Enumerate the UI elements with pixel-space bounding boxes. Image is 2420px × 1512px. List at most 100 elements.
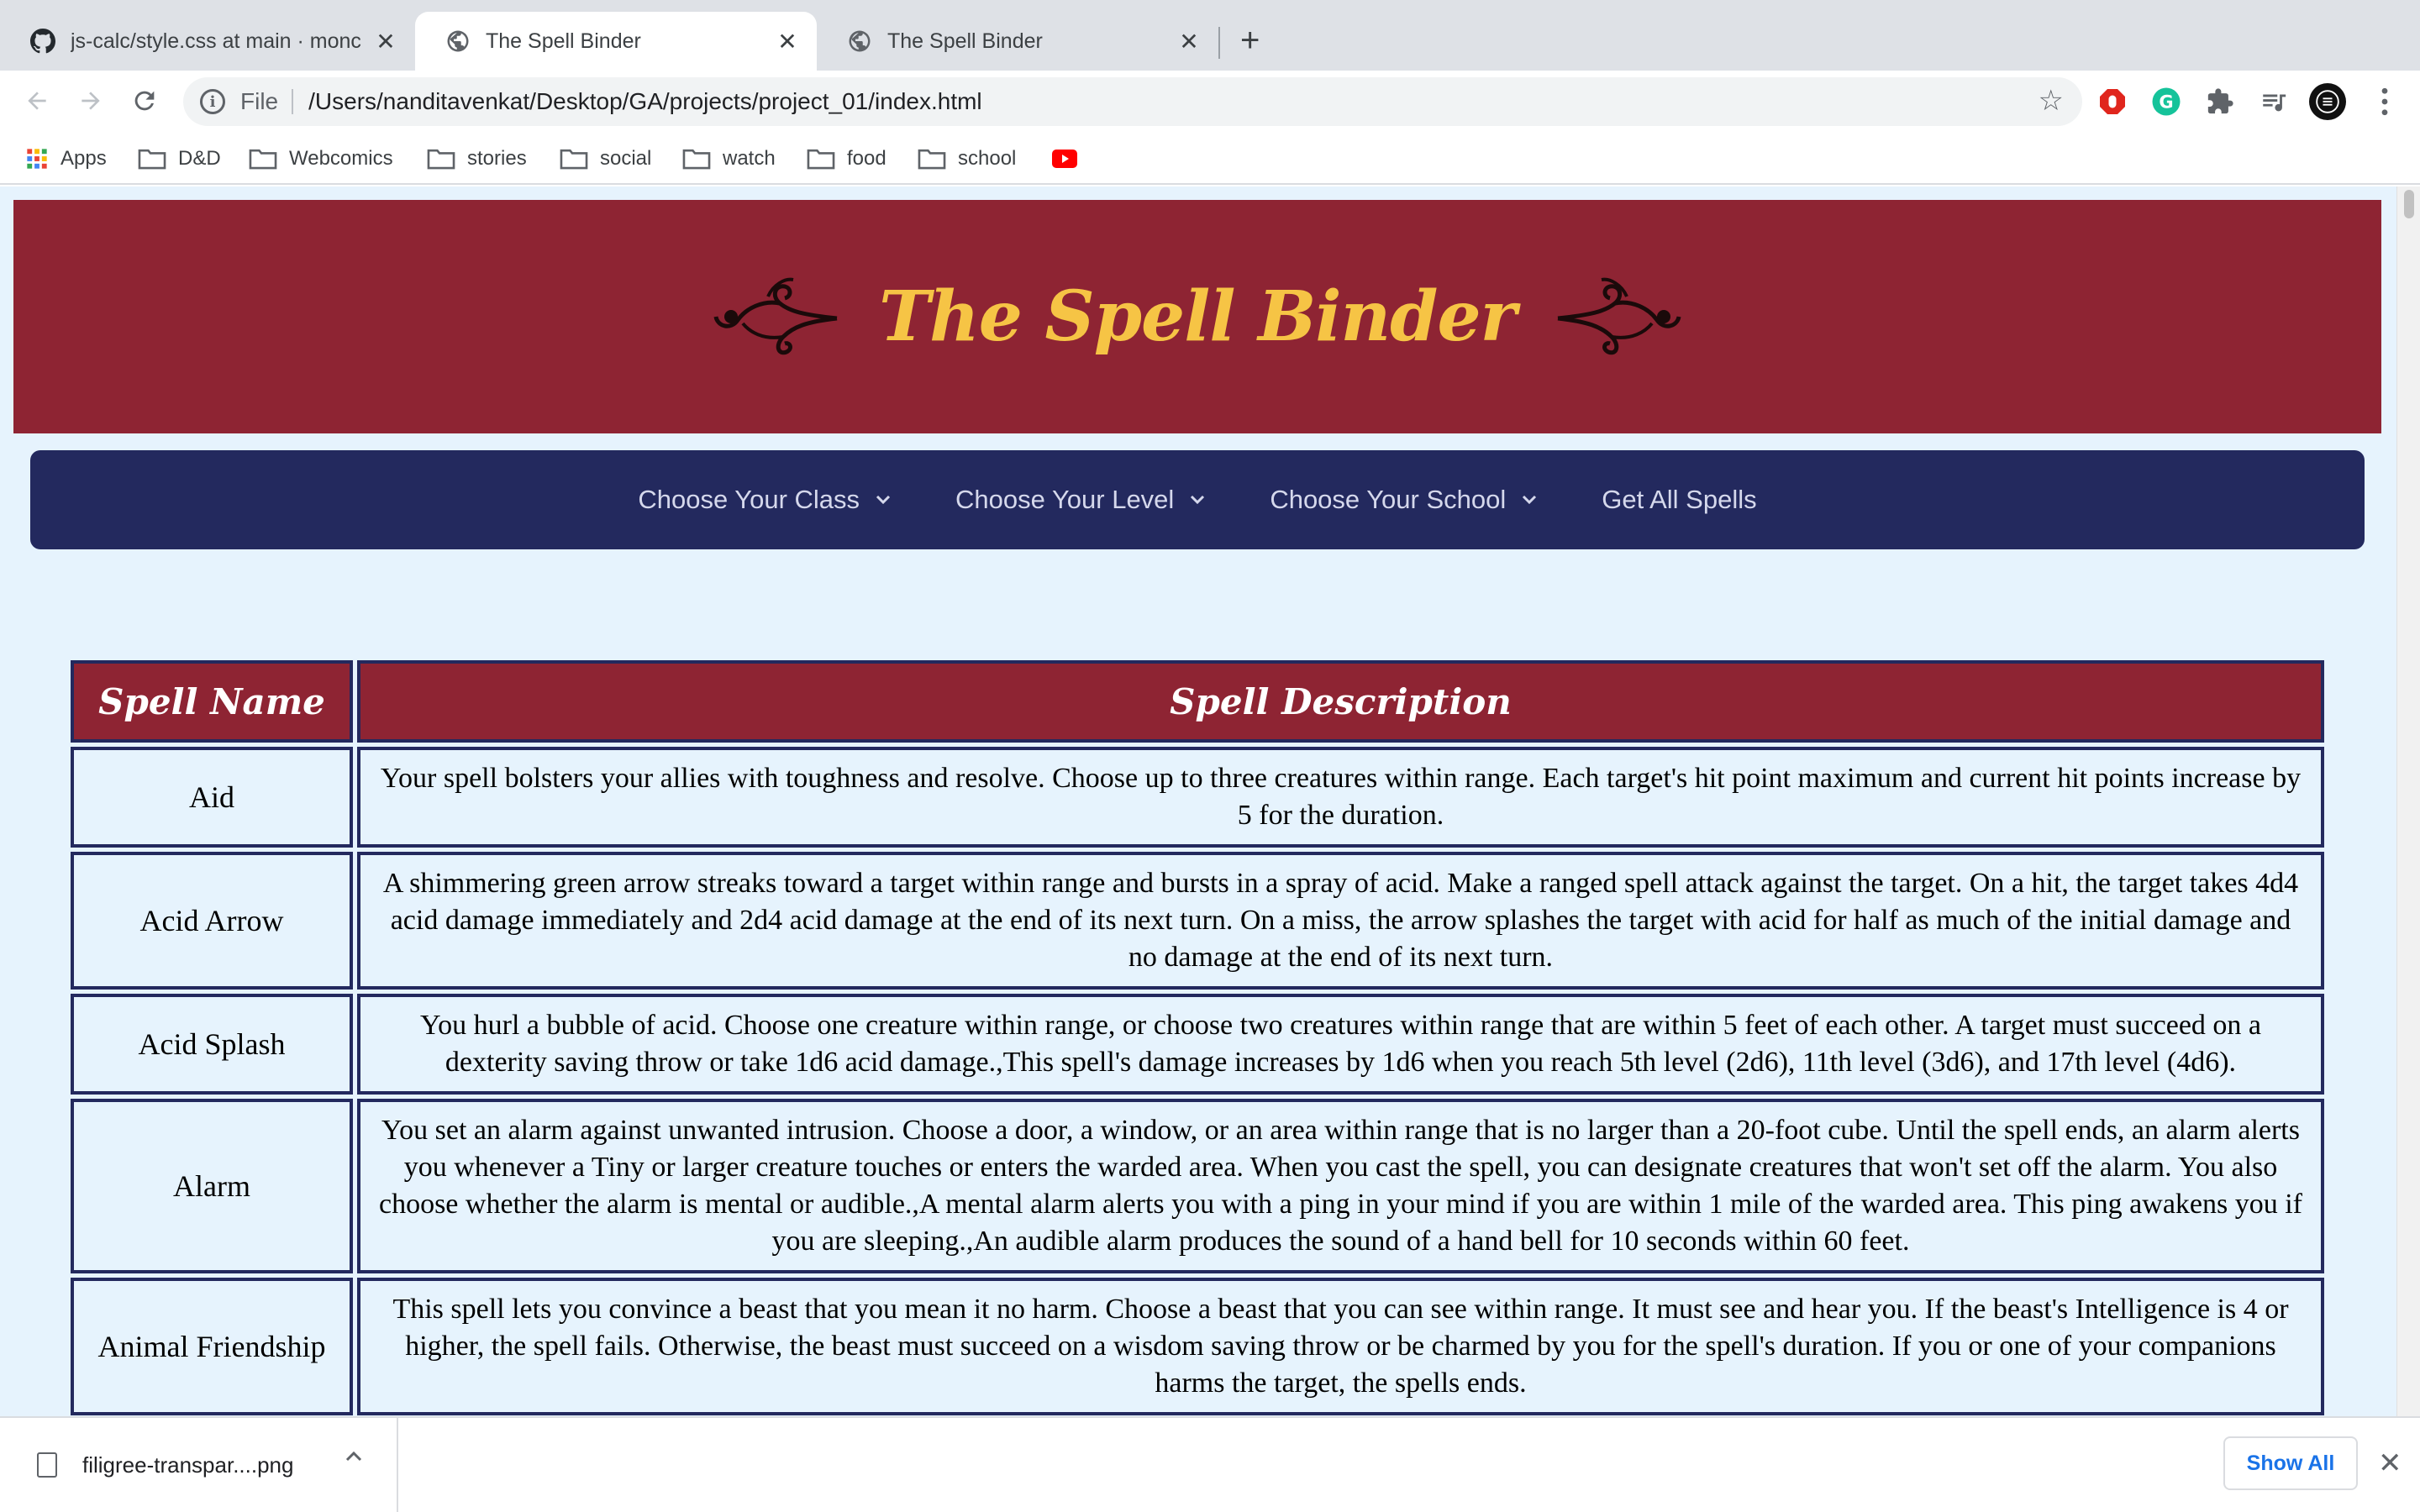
get-all-spells-link[interactable]: Get All Spells [1602,485,1756,515]
bookmark-school[interactable]: school [918,144,1016,173]
bookmark-label: D&D [178,147,221,170]
page-scrollbar[interactable] [2396,186,2420,1416]
bookmark-label: Webcomics [289,147,393,170]
tab-separator [1218,27,1220,59]
spell-description-cell: You set an alarm against unwanted intrus… [357,1099,2324,1273]
chevron-down-icon [876,495,891,505]
image-file-icon [37,1452,57,1478]
reload-button[interactable] [126,82,163,119]
kebab-menu-icon[interactable] [2366,83,2403,120]
youtube-icon [1052,150,1077,168]
github-icon [30,29,55,54]
close-icon[interactable]: ✕ [1176,28,1202,55]
folder-icon [560,149,588,170]
page-viewport: The Spell Binder Choose Your Class Choos… [0,186,2420,1416]
bookmark-label: Apps [60,147,107,170]
spell-name-cell: Acid Splash [71,994,353,1095]
chevron-down-icon [1523,495,1537,505]
bookmark-food[interactable]: food [807,144,886,173]
choose-level-dropdown[interactable]: Choose Your Level [955,485,1206,515]
chevron-down-icon [1191,495,1205,505]
adblock-extension-icon[interactable] [2094,83,2131,120]
puzzle-extensions-icon[interactable] [2202,83,2238,120]
site-banner: The Spell Binder [13,200,2381,433]
table-header-row: Spell Name Spell Description [71,660,2324,743]
spell-name-cell: Aid [71,747,353,848]
choose-class-label: Choose Your Class [638,485,860,514]
spell-filter-navbar: Choose Your Class Choose Your Level Choo… [30,450,2365,549]
spell-name-cell: Animal Friendship [71,1278,353,1415]
table-row: Acid Arrow A shimmering green arrow stre… [71,852,2324,990]
apps-grid-icon [27,149,47,169]
bookmark-label: watch [723,147,776,170]
tab-spell-binder-active[interactable]: The Spell Binder ✕ [415,12,817,71]
spell-description-cell: You hurl a bubble of acid. Choose one cr… [357,994,2324,1095]
tab-spell-binder[interactable]: The Spell Binder ✕ [817,12,1218,71]
filigree-left-icon [713,277,838,355]
folder-icon [682,149,711,170]
bookmark-label: stories [467,147,527,170]
address-divider [292,89,294,114]
grammarly-extension-icon[interactable]: G [2148,83,2185,120]
folder-icon [918,149,946,170]
table-row: Acid Splash You hurl a bubble of acid. C… [71,994,2324,1095]
address-bar[interactable]: i File /Users/nanditavenkat/Desktop/GA/p… [183,77,2082,126]
table-row: Alarm You set an alarm against unwanted … [71,1099,2324,1273]
browser-toolbar: i File /Users/nanditavenkat/Desktop/GA/p… [0,71,2420,133]
folder-icon [427,149,455,170]
bookmark-social[interactable]: social [560,144,651,173]
spell-name-cell: Alarm [71,1099,353,1273]
spell-name-cell: Acid Arrow [71,852,353,990]
reload-icon [134,91,155,111]
forward-arrow-icon [82,92,100,110]
bookmark-youtube[interactable] [1052,144,1089,173]
folder-icon [807,149,835,170]
new-tab-button[interactable]: + [1240,24,1260,57]
download-file-name: filigree-transpar....png [82,1452,294,1478]
bookmark-dnd[interactable]: D&D [138,144,221,173]
folder-icon [138,149,166,170]
back-button[interactable] [18,82,55,119]
choose-class-dropdown[interactable]: Choose Your Class [638,485,892,515]
folder-icon [249,149,277,170]
back-arrow-icon [28,92,46,110]
show-all-downloads-button[interactable]: Show All [2223,1436,2358,1490]
download-shelf: filigree-transpar....png Show All ✕ [0,1416,2420,1512]
filigree-right-icon [1557,277,1681,355]
bookmark-star-icon[interactable]: ☆ [2039,86,2064,116]
bookmark-label: food [847,147,886,170]
tab-title: The Spell Binder [486,29,641,53]
media-queue-icon[interactable] [2255,83,2292,120]
globe-icon [849,30,871,52]
scrollbar-thumb[interactable] [2404,190,2414,218]
choose-school-label: Choose Your School [1270,485,1507,514]
svg-text:G: G [2159,92,2173,113]
chevron-up-icon[interactable] [345,1450,363,1463]
bookmark-stories[interactable]: stories [427,144,527,173]
bookmark-watch[interactable]: watch [682,144,776,173]
site-title: The Spell Binder [879,276,1517,357]
table-row: Aid Your spell bolsters your allies with… [71,747,2324,848]
url-text[interactable]: /Users/nanditavenkat/Desktop/GA/projects… [308,88,982,115]
spell-description-header: Spell Description [357,660,2324,743]
info-icon[interactable]: i [200,89,225,114]
spell-description-cell: Your spell bolsters your allies with tou… [357,747,2324,848]
tab-js-calc[interactable]: js-calc/style.css at main · monc ✕ [0,12,415,71]
profile-avatar[interactable] [2309,83,2346,120]
bookmark-apps[interactable]: Apps [25,144,107,173]
bookmark-label: school [958,147,1017,170]
spell-description-cell: A shimmering green arrow streaks toward … [357,852,2324,990]
close-icon[interactable]: ✕ [775,28,800,55]
download-item[interactable]: filigree-transpar....png [0,1418,398,1512]
bookmark-webcomics[interactable]: Webcomics [249,144,393,173]
table-row: Animal Friendship This spell lets you co… [71,1278,2324,1415]
choose-level-label: Choose Your Level [955,485,1175,514]
spell-name-header: Spell Name [71,660,353,743]
close-icon[interactable]: ✕ [2378,1446,2402,1480]
tab-title: js-calc/style.css at main · monc [71,29,361,53]
bookmarks-bar: Apps D&D Webcomics stories social watch … [0,133,2420,185]
choose-school-dropdown[interactable]: Choose Your School [1270,485,1538,515]
tab-strip: js-calc/style.css at main · monc ✕ The S… [0,0,2420,71]
close-icon[interactable]: ✕ [373,28,398,55]
forward-button[interactable] [72,82,109,119]
